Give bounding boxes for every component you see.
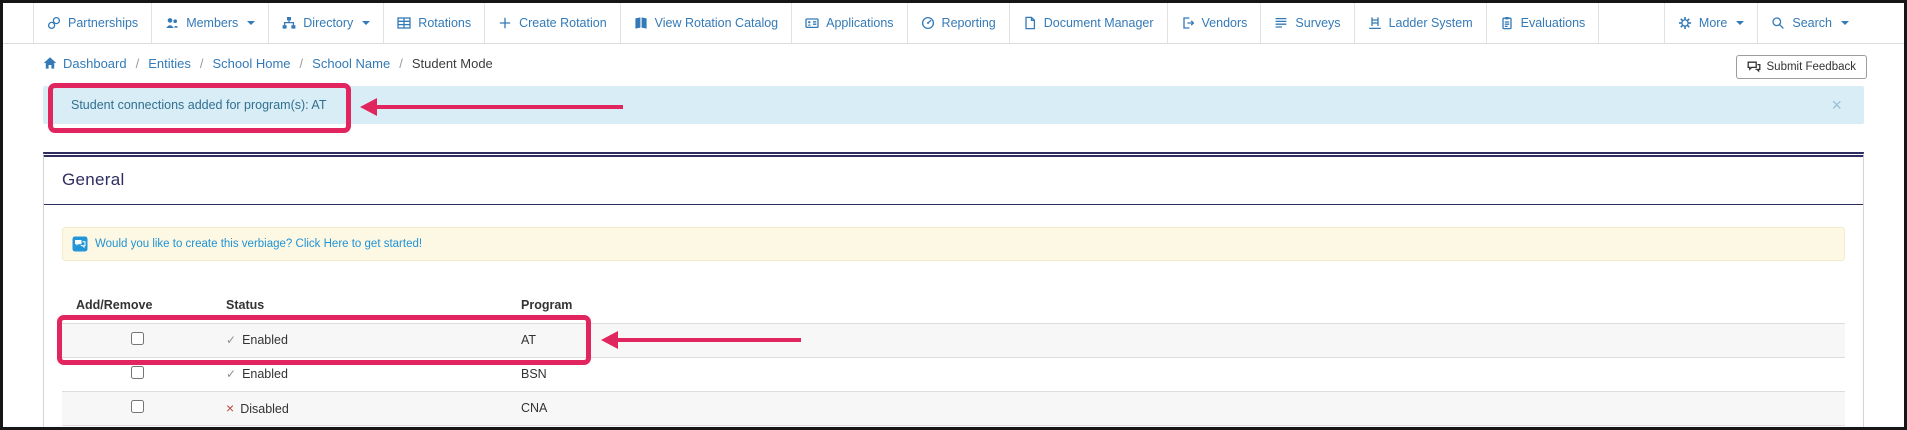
success-alert: Student connections added for program(s)… (43, 86, 1864, 124)
nav-label: View Rotation Catalog (654, 16, 779, 30)
nav-label: Evaluations (1520, 16, 1586, 30)
breadcrumb-link-dashboard[interactable]: Dashboard (43, 56, 127, 71)
book-icon (635, 17, 647, 29)
programs-table: Add/Remove Status Program ✓ Enabled AT ✓ E… (62, 287, 1845, 426)
verbiage-notice[interactable]: Would you like to create this verbiage? … (62, 227, 1845, 261)
program-label: BSN (507, 356, 1845, 391)
breadcrumb-separator: / (199, 55, 204, 71)
nav-item-evaluations[interactable]: Evaluations (1485, 3, 1599, 43)
chevron-down-icon (1736, 21, 1745, 25)
table-row-cna: × Disabled CNA (62, 390, 1845, 426)
nav-item-directory[interactable]: Directory (268, 3, 383, 43)
check-icon: ✓ (226, 367, 237, 381)
breadcrumb-separator: / (399, 55, 403, 71)
submit-feedback-label: Submit Feedback (1766, 61, 1857, 73)
nav-label: Reporting (941, 16, 996, 30)
nav-item-vendors[interactable]: Vendors (1166, 3, 1261, 43)
submit-feedback-button[interactable]: Submit Feedback (1735, 55, 1867, 79)
status-label: Disabled (240, 402, 289, 416)
chevron-down-icon (247, 21, 256, 25)
table-row-at: ✓ Enabled AT (62, 322, 1845, 357)
check-icon: ✓ (226, 333, 237, 347)
nav-label: Vendors (1201, 16, 1248, 30)
survey-icon (1276, 17, 1287, 28)
nav-label: Directory (303, 16, 354, 30)
nav-item-search[interactable]: Search (1757, 3, 1862, 43)
column-header-status: Status (226, 297, 265, 312)
nav-item-more[interactable]: More (1663, 3, 1757, 43)
nav-label: Surveys (1295, 16, 1341, 30)
search-icon (1772, 17, 1785, 29)
nav-item-members[interactable]: Members (151, 3, 268, 43)
clipboard-icon (1501, 17, 1512, 30)
ladder-icon (1368, 17, 1381, 30)
nav-label: Search (1792, 16, 1832, 30)
program-label: AT (507, 322, 1845, 357)
panel-body: Would you like to create this verbiage? … (44, 205, 1863, 426)
general-panel: General Would you like to create this ve… (43, 152, 1864, 427)
comments-icon (1747, 61, 1760, 73)
chevron-down-icon (362, 21, 371, 25)
x-icon: × (226, 400, 235, 416)
nav-item-document-manager[interactable]: Document Manager (1008, 3, 1167, 43)
breadcrumb: Dashboard / Entities / School Home / Sch… (43, 50, 1864, 76)
nav-item-applications[interactable]: Applications (791, 3, 906, 43)
link-icon (47, 16, 61, 30)
nav-item-rotations[interactable]: Rotations (383, 3, 484, 43)
breadcrumb-link-entities[interactable]: Entities (148, 56, 191, 71)
table-row-bsn: ✓ Enabled BSN (62, 356, 1845, 391)
nav-label: Rotations (418, 16, 472, 30)
nav-label: Members (186, 16, 239, 30)
chat-bubble-icon (72, 236, 88, 252)
breadcrumb-separator: / (135, 55, 140, 71)
verbiage-notice-text: Would you like to create this verbiage? … (95, 238, 423, 250)
nav-label: Partnerships (68, 16, 139, 30)
document-icon (1025, 16, 1035, 30)
breadcrumb-link-school-home[interactable]: School Home (213, 56, 291, 71)
gear-icon (1678, 17, 1691, 29)
nav-label: Create Rotation (519, 16, 607, 30)
alert-close-icon[interactable]: × (1831, 86, 1842, 124)
nav-label: Document Manager (1043, 16, 1154, 30)
program-label: CNA (507, 390, 1845, 426)
column-header-add-remove: Add/Remove (76, 297, 153, 312)
app-window: Partnerships Members Directory Rotations… (0, 0, 1907, 430)
alert-message: Student connections added for program(s)… (71, 98, 327, 112)
id-card-icon (805, 18, 819, 29)
nav-label: More (1698, 16, 1728, 30)
table-icon (397, 17, 411, 29)
home-icon (43, 57, 57, 69)
breadcrumb-separator: / (299, 55, 304, 71)
row-checkbox-bsn[interactable] (130, 366, 144, 379)
panel-title: General (44, 157, 1863, 205)
table-header-row: Add/Remove Status Program (62, 287, 1845, 323)
breadcrumb-current-page: Student Mode (411, 55, 493, 71)
status-label: Enabled (242, 367, 288, 381)
top-nav: Partnerships Members Directory Rotations… (3, 3, 1904, 44)
status-label: Enabled (242, 333, 288, 347)
nav-item-create-rotation[interactable]: Create Rotation (484, 3, 620, 43)
directory-icon (282, 17, 296, 29)
nav-item-reporting[interactable]: Reporting (906, 3, 1009, 43)
chevron-down-icon (1841, 21, 1849, 25)
column-header-program: Program (521, 297, 573, 312)
nav-label: Applications (826, 16, 894, 30)
nav-item-surveys[interactable]: Surveys (1260, 3, 1353, 43)
nav-label: Ladder System (1388, 16, 1473, 30)
row-checkbox-at[interactable] (130, 332, 144, 345)
nav-item-view-rotation-catalog[interactable]: View Rotation Catalog (619, 3, 791, 43)
sign-out-icon (1182, 17, 1194, 29)
nav-spacer (1598, 3, 1664, 43)
row-checkbox-cna[interactable] (130, 400, 144, 413)
nav-item-partnerships[interactable]: Partnerships (33, 3, 151, 43)
nav-item-ladder-system[interactable]: Ladder System (1353, 3, 1486, 43)
gauge-icon (921, 16, 934, 30)
plus-icon (499, 17, 511, 29)
members-icon (166, 18, 179, 28)
breadcrumb-link-school-name[interactable]: School Name (312, 56, 390, 71)
